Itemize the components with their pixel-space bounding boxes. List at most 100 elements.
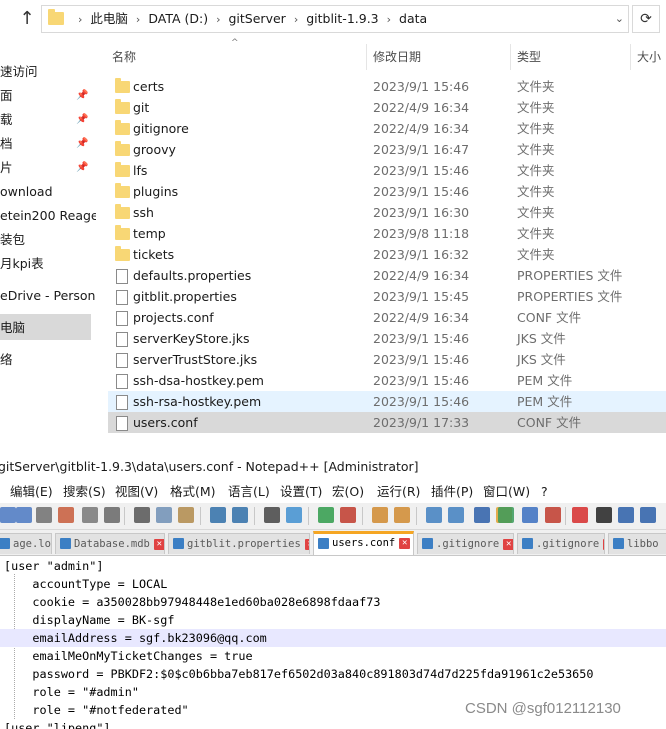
chevron-down-icon[interactable]: ⌄ bbox=[615, 6, 624, 32]
menu-item[interactable]: 设置(T) bbox=[280, 481, 322, 503]
code-line[interactable]: emailMeOnMyTicketChanges = true bbox=[0, 647, 666, 665]
up-arrow-icon[interactable]: ↑ bbox=[16, 8, 38, 30]
menu-item[interactable]: 格式(M) bbox=[170, 481, 216, 503]
file-row[interactable]: temp 2023/9/8 11:18 文件夹 bbox=[108, 223, 666, 244]
nav-pane-item[interactable]: 电脑 bbox=[0, 318, 96, 338]
file-row[interactable]: users.conf 2023/9/1 17:33 CONF 文件 bbox=[108, 412, 666, 433]
column-divider[interactable] bbox=[510, 44, 511, 70]
tab-libbo[interactable]: libbo bbox=[608, 533, 666, 554]
tab-database-mdb[interactable]: Database.mdb ✕ bbox=[55, 533, 165, 554]
macro-play-multiple-icon[interactable] bbox=[640, 507, 656, 523]
close-icon[interactable] bbox=[36, 507, 52, 523]
nav-pane-item[interactable]: 月kpi表 bbox=[0, 254, 96, 274]
zoom-out-icon[interactable] bbox=[340, 507, 356, 523]
word-wrap-icon[interactable] bbox=[426, 507, 442, 523]
column-header-name[interactable]: 名称 bbox=[112, 44, 136, 70]
file-row[interactable]: projects.conf 2022/4/9 16:34 CONF 文件 bbox=[108, 307, 666, 328]
breadcrumb-item[interactable]: gitServer bbox=[229, 11, 286, 26]
tab-users-conf[interactable]: users.conf ✕ bbox=[313, 531, 414, 555]
file-row[interactable]: ssh-rsa-hostkey.pem 2023/9/1 15:46 PEM 文件 bbox=[108, 391, 666, 412]
copy-icon[interactable] bbox=[156, 507, 172, 523]
code-line[interactable]: accountType = LOCAL bbox=[0, 575, 666, 593]
file-row[interactable]: serverKeyStore.jks 2023/9/1 15:46 JKS 文件 bbox=[108, 328, 666, 349]
file-row[interactable]: gitblit.properties 2023/9/1 15:45 PROPERTI… bbox=[108, 286, 666, 307]
file-row[interactable]: gitignore 2022/4/9 16:34 文件夹 bbox=[108, 118, 666, 139]
zoom-in-icon[interactable] bbox=[318, 507, 334, 523]
column-divider[interactable] bbox=[366, 44, 367, 70]
file-row[interactable]: certs 2023/9/1 15:46 文件夹 bbox=[108, 76, 666, 97]
code-line[interactable]: password = PBKDF2:$0$c0b6bba7eb817ef6502… bbox=[0, 665, 666, 683]
code-line[interactable]: [user "admin"] bbox=[0, 557, 666, 575]
menu-item[interactable]: 运行(R) bbox=[377, 481, 420, 503]
tab-gitblit-properties[interactable]: gitblit.properties✕ bbox=[168, 533, 310, 554]
close-all-icon[interactable] bbox=[58, 507, 74, 523]
breadcrumb-item[interactable]: DATA (D:) bbox=[148, 11, 208, 26]
breadcrumb-item[interactable]: gitblit-1.9.3 bbox=[306, 11, 378, 26]
menu-item[interactable]: 窗口(W) bbox=[483, 481, 530, 503]
column-header-date[interactable]: 修改日期 bbox=[373, 44, 421, 70]
close-icon[interactable]: ✕ bbox=[304, 538, 309, 550]
column-divider[interactable] bbox=[630, 44, 631, 70]
sync-horizontal-icon[interactable] bbox=[394, 507, 410, 523]
redo-icon[interactable] bbox=[232, 507, 248, 523]
breadcrumb-item[interactable]: 此电脑 bbox=[90, 11, 128, 26]
tab-gitignore[interactable]: .gitignore✕ bbox=[517, 533, 605, 554]
close-icon[interactable]: ✕ bbox=[603, 538, 604, 550]
close-icon[interactable]: ✕ bbox=[153, 538, 164, 550]
column-header-size[interactable]: 大小 bbox=[637, 44, 661, 70]
folder-workspace-icon[interactable] bbox=[522, 507, 538, 523]
file-row[interactable]: defaults.properties 2022/4/9 16:34 PROPERT… bbox=[108, 265, 666, 286]
tab-age-log[interactable]: age.log✕ bbox=[0, 533, 52, 554]
macro-play-icon[interactable] bbox=[618, 507, 634, 523]
nav-pane-item[interactable]: 络 bbox=[0, 350, 96, 370]
replace-icon[interactable] bbox=[286, 507, 302, 523]
file-row[interactable]: groovy 2023/9/1 16:47 文件夹 bbox=[108, 139, 666, 160]
menu-item[interactable]: 视图(V) bbox=[115, 481, 158, 503]
monitor-icon[interactable] bbox=[545, 507, 561, 523]
menu-item[interactable]: 宏(O) bbox=[332, 481, 364, 503]
indent-guide-icon[interactable] bbox=[474, 507, 490, 523]
save-icon[interactable] bbox=[0, 507, 16, 523]
file-row[interactable]: tickets 2023/9/1 16:32 文件夹 bbox=[108, 244, 666, 265]
cut-icon[interactable] bbox=[134, 507, 150, 523]
macro-record-icon[interactable] bbox=[572, 507, 588, 523]
paste-icon[interactable] bbox=[178, 507, 194, 523]
current-line[interactable]: emailAddress = sgf.bk23096@qq.com bbox=[0, 629, 666, 647]
menu-item[interactable]: 搜索(S) bbox=[63, 481, 106, 503]
macro-stop-icon[interactable] bbox=[596, 507, 612, 523]
show-all-chars-icon[interactable] bbox=[448, 507, 464, 523]
breadcrumb-item[interactable]: data bbox=[399, 11, 427, 26]
function-list-icon[interactable] bbox=[498, 507, 514, 523]
file-row[interactable]: lfs 2023/9/1 15:46 文件夹 bbox=[108, 160, 666, 181]
menu-item[interactable]: 编辑(E) bbox=[10, 481, 53, 503]
file-row[interactable]: ssh 2023/9/1 16:30 文件夹 bbox=[108, 202, 666, 223]
nav-pane-item[interactable]: 速访问 bbox=[0, 62, 96, 82]
close-icon[interactable]: ✕ bbox=[399, 537, 411, 549]
file-row[interactable]: serverTrustStore.jks 2023/9/1 15:46 JKS 文件 bbox=[108, 349, 666, 370]
code-line[interactable]: displayName = BK-sgf bbox=[0, 611, 666, 629]
nav-pane-item[interactable]: ownload bbox=[0, 182, 96, 202]
print-icon[interactable] bbox=[82, 507, 98, 523]
file-row[interactable]: ssh-dsa-hostkey.pem 2023/9/1 15:46 PEM 文件 bbox=[108, 370, 666, 391]
column-header-type[interactable]: 类型 bbox=[517, 44, 541, 70]
code-line[interactable]: role = "#admin" bbox=[0, 683, 666, 701]
nav-pane-item[interactable]: etein200 Reager bbox=[0, 206, 96, 226]
code-line[interactable]: cookie = a350028bb97948448e1ed60ba028e68… bbox=[0, 593, 666, 611]
file-row[interactable]: git 2022/4/9 16:34 文件夹 bbox=[108, 97, 666, 118]
tab-gitignore[interactable]: .gitignore✕ bbox=[417, 533, 514, 554]
menu-item[interactable]: ? bbox=[541, 481, 548, 503]
file-row[interactable]: plugins 2023/9/1 15:46 文件夹 bbox=[108, 181, 666, 202]
nav-pane-item[interactable]: eDrive - Persona bbox=[0, 286, 96, 306]
close-icon[interactable]: ✕ bbox=[503, 538, 513, 550]
sync-vertical-icon[interactable] bbox=[372, 507, 388, 523]
save-all-icon[interactable] bbox=[16, 507, 32, 523]
refresh-button[interactable]: ⟳ bbox=[632, 5, 660, 33]
undo-icon[interactable] bbox=[210, 507, 226, 523]
print-preview-icon[interactable] bbox=[104, 507, 120, 523]
menu-item[interactable]: 语言(L) bbox=[228, 481, 270, 503]
code-line[interactable]: [user "lipeng"] bbox=[0, 719, 666, 729]
menu-item[interactable]: 插件(P) bbox=[431, 481, 473, 503]
nav-pane-item[interactable]: 装包 bbox=[0, 230, 96, 250]
address-bar[interactable]: › 此电脑 › DATA (D:) › gitServer › gitblit-1.9.3 › d… bbox=[41, 5, 629, 33]
find-icon[interactable] bbox=[264, 507, 280, 523]
